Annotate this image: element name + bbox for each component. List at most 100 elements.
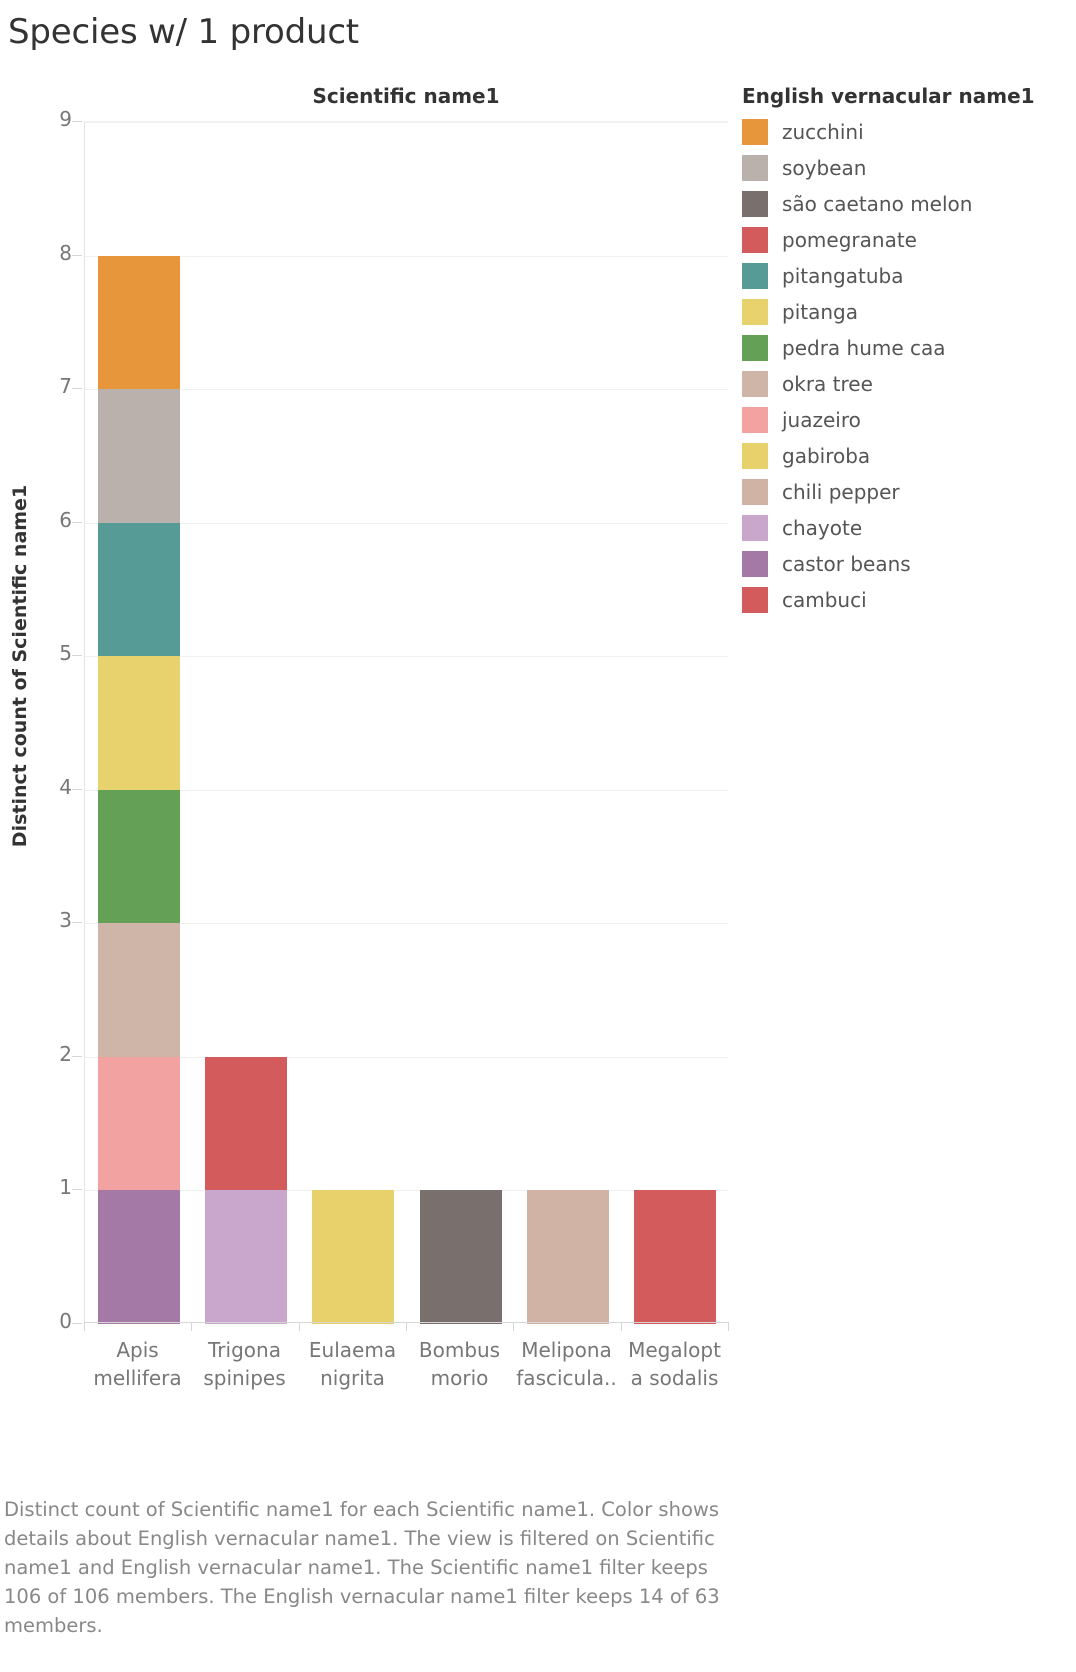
x-axis-tick-label[interactable]: Megalopt a sodalis <box>621 1336 728 1392</box>
x-axis-tick-label-line: Melipona <box>521 1338 612 1362</box>
x-axis-tick-label-line: fascicula.. <box>516 1366 617 1390</box>
y-axis-tick-label: 0 <box>59 1309 72 1333</box>
x-axis-tick-label-line: mellifera <box>93 1366 182 1390</box>
gridline <box>85 122 728 123</box>
legend-item[interactable]: pitangatuba <box>742 258 1072 294</box>
bar-stack[interactable] <box>312 122 394 1324</box>
legend-item-label: chayote <box>782 516 863 540</box>
x-axis-tick-label[interactable]: Eulaema nigrita <box>299 1336 406 1392</box>
legend-item-label: chili pepper <box>782 480 900 504</box>
legend-item-label: okra tree <box>782 372 873 396</box>
legend-item[interactable]: juazeiro <box>742 402 1072 438</box>
bar-segment[interactable] <box>98 522 180 657</box>
legend-color-swatch-icon <box>742 371 768 397</box>
legend-item-label: são caetano melon <box>782 192 973 216</box>
y-axis-title: Distinct count of Scientific name1 <box>9 484 31 848</box>
legend-item[interactable]: são caetano melon <box>742 186 1072 222</box>
legend-color-swatch-icon <box>742 443 768 469</box>
bar-segment[interactable] <box>420 1190 502 1324</box>
legend-item-label: cambuci <box>782 588 867 612</box>
gridline <box>85 789 728 791</box>
y-axis-tick-mark <box>72 1055 82 1057</box>
x-axis-tick-label-line: nigrita <box>320 1366 385 1390</box>
chart-caption: Distinct count of Scientific name1 for e… <box>4 1498 720 1637</box>
y-axis-tick-mark <box>72 121 82 122</box>
legend-color-swatch-icon <box>742 479 768 505</box>
legend-item-label: pomegranate <box>782 228 917 252</box>
x-axis-tick-mark <box>299 1322 300 1331</box>
bar-segment[interactable] <box>98 789 180 924</box>
legend-color-swatch-icon <box>742 263 768 289</box>
legend-item[interactable]: pedra hume caa <box>742 330 1072 366</box>
gridline <box>85 923 728 925</box>
x-axis-tick-label-line: Megalopt <box>628 1338 721 1362</box>
gridline <box>85 656 728 658</box>
bar-segment[interactable] <box>98 1056 180 1191</box>
legend-item[interactable]: zucchini <box>742 114 1072 150</box>
bar-stack[interactable] <box>98 122 180 1324</box>
bar-segment[interactable] <box>98 923 180 1057</box>
y-axis-tick-mark <box>72 254 82 256</box>
legend-item[interactable]: pitanga <box>742 294 1072 330</box>
x-axis-tick-label[interactable]: Melipona fascicula.. <box>513 1336 620 1392</box>
bar-stack[interactable] <box>420 122 502 1324</box>
bar-stack[interactable] <box>527 122 609 1324</box>
y-axis-tick-label: 7 <box>59 374 72 399</box>
y-axis-tick-mark <box>72 1323 82 1324</box>
y-axis-tick-mark <box>72 388 82 390</box>
legend-color-swatch-icon <box>742 587 768 613</box>
bar-stack[interactable] <box>205 122 287 1324</box>
legend-color-swatch-icon <box>742 551 768 577</box>
legend-color-swatch-icon <box>742 407 768 433</box>
legend-item[interactable]: okra tree <box>742 366 1072 402</box>
x-axis-tick-label[interactable]: Trigona spinipes <box>191 1336 298 1392</box>
legend-color-swatch-icon <box>742 227 768 253</box>
bar-segment[interactable] <box>205 1056 287 1191</box>
y-axis-tick-label: 5 <box>59 641 72 666</box>
legend-item[interactable]: cambuci <box>742 582 1072 618</box>
bar-segment[interactable] <box>98 255 180 390</box>
x-axis-tick-mark <box>191 1322 192 1331</box>
legend-item[interactable]: pomegranate <box>742 222 1072 258</box>
y-axis-tick-label: 2 <box>59 1041 72 1066</box>
bar-segment[interactable] <box>312 1190 394 1324</box>
legend-item-label: pitangatuba <box>782 264 904 288</box>
x-axis-tick-mark <box>728 1322 729 1331</box>
y-axis-tick-label: 3 <box>59 908 72 933</box>
legend-item[interactable]: chayote <box>742 510 1072 546</box>
legend-item-label: gabiroba <box>782 444 871 468</box>
y-axis-tick-mark <box>72 922 82 924</box>
y-axis-tick-label: 9 <box>59 107 72 131</box>
gridline <box>85 522 728 524</box>
x-axis-tick-label-line: morio <box>430 1366 489 1390</box>
bar-segment[interactable] <box>527 1190 609 1324</box>
legend-item-label: pedra hume caa <box>782 336 946 360</box>
legend-title: English vernacular name1 <box>742 84 1035 108</box>
bar-segment[interactable] <box>205 1190 287 1324</box>
x-axis-tick-label[interactable]: Bombus morio <box>406 1336 513 1392</box>
y-axis-tick-mark <box>72 521 82 523</box>
x-axis-tick-mark <box>84 1322 85 1331</box>
bar-segment[interactable] <box>634 1190 716 1324</box>
x-axis-tick-label[interactable]: Apis mellifera <box>84 1336 191 1392</box>
legend-item-label: castor beans <box>782 552 911 576</box>
x-axis-tick-label-line: spinipes <box>203 1366 286 1390</box>
legend-item[interactable]: castor beans <box>742 546 1072 582</box>
bar-segment[interactable] <box>98 656 180 790</box>
y-axis-tick-mark <box>72 788 82 790</box>
legend-item[interactable]: soybean <box>742 150 1072 186</box>
y-axis-tick-mark <box>72 655 82 657</box>
bar-segment[interactable] <box>98 1190 180 1324</box>
x-axis-tick-mark <box>513 1322 514 1331</box>
y-axis-tick-label: 6 <box>59 507 72 532</box>
y-axis-tick-label: 8 <box>59 240 72 265</box>
bar-segment[interactable] <box>98 389 180 523</box>
gridline <box>85 1056 728 1058</box>
y-axis-tick-label: 4 <box>59 774 72 799</box>
legend-item[interactable]: gabiroba <box>742 438 1072 474</box>
bar-stack[interactable] <box>634 122 716 1324</box>
legend-item[interactable]: chili pepper <box>742 474 1072 510</box>
legend-item-label: juazeiro <box>782 408 861 432</box>
legend-color-swatch-icon <box>742 191 768 217</box>
x-axis-tick-label-line: Trigona <box>208 1338 281 1362</box>
